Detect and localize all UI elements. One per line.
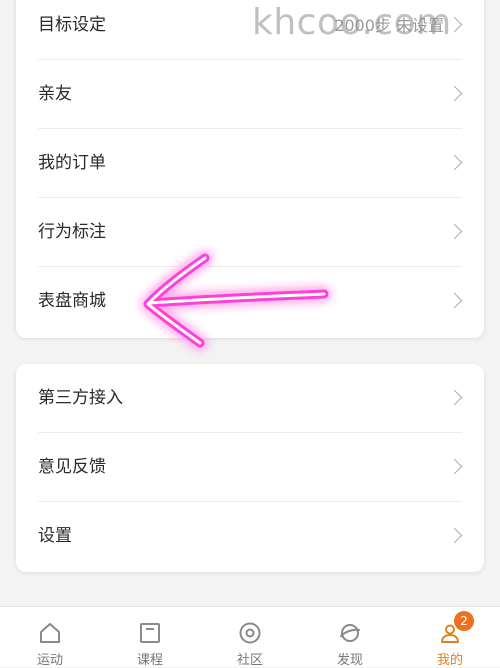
settings-row[interactable]: 设置: [16, 502, 484, 571]
goal-setting-row[interactable]: 目标设定 2000步 未设置: [16, 0, 484, 60]
watch-face-store-row[interactable]: 表盘商城: [16, 267, 484, 336]
home-icon: [40, 623, 60, 643]
chevron-right-icon: [446, 389, 463, 406]
friends-row[interactable]: 亲友: [16, 60, 484, 129]
third-party-access-label: 第三方接入: [38, 388, 123, 408]
tab-discover[interactable]: 发现: [300, 607, 400, 668]
chevron-right-icon: [446, 85, 463, 102]
settings-label: 设置: [38, 526, 72, 546]
tab-me-label: 我的: [436, 653, 463, 668]
tab-courses-label: 课程: [136, 653, 163, 668]
tab-courses[interactable]: 课程: [100, 607, 200, 668]
tab-community-label: 社区: [236, 653, 263, 668]
chevron-right-icon: [446, 292, 463, 309]
tab-me[interactable]: 2 我的: [400, 607, 500, 668]
chevron-right-icon: [446, 458, 463, 475]
chevron-right-icon: [446, 154, 463, 171]
watch-face-store-label: 表盘商城: [38, 291, 106, 311]
community-icon: [239, 622, 261, 644]
chevron-right-icon: [446, 16, 463, 33]
tab-sports-label: 运动: [36, 653, 63, 668]
feedback-row[interactable]: 意见反馈: [16, 433, 484, 502]
goal-setting-value: 2000步 未设置: [334, 16, 444, 35]
notification-badge: 2: [454, 611, 474, 631]
chevron-right-icon: [446, 527, 463, 544]
bottom-tab-bar: 运动 课程 社区 发现 2 我的: [0, 606, 500, 668]
tab-community[interactable]: 社区: [200, 607, 300, 668]
more-card: 第三方接入 意见反馈 设置: [16, 364, 484, 572]
tab-sports[interactable]: 运动: [0, 607, 100, 668]
course-icon: [140, 623, 160, 643]
feedback-label: 意见反馈: [38, 457, 106, 477]
behavior-tagging-row[interactable]: 行为标注: [16, 198, 484, 267]
discover-icon: [340, 624, 360, 642]
friends-label: 亲友: [38, 84, 72, 104]
behavior-tagging-label: 行为标注: [38, 222, 106, 242]
chevron-right-icon: [446, 223, 463, 240]
my-orders-label: 我的订单: [38, 153, 106, 173]
goal-setting-label: 目标设定: [38, 15, 106, 35]
my-orders-row[interactable]: 我的订单: [16, 129, 484, 198]
third-party-access-row[interactable]: 第三方接入: [16, 364, 484, 433]
settings-card: 目标设定 2000步 未设置 亲友 我的订单 行为标注 表盘商城: [16, 0, 484, 338]
tab-discover-label: 发现: [336, 653, 363, 668]
